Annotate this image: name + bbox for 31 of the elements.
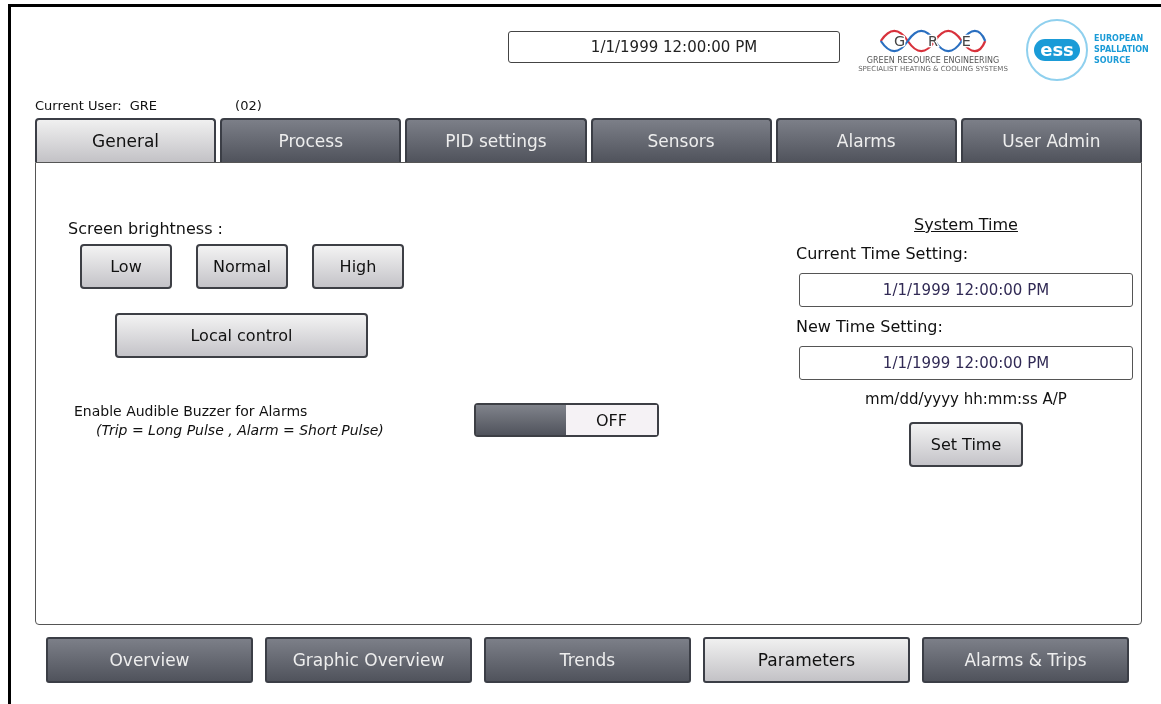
tab[interactable]: User Admin xyxy=(960,118,1143,162)
nav-button[interactable]: Alarms & Trips xyxy=(922,637,1129,683)
format-hint: mm/dd/yyyy hh:mm:ss A/P xyxy=(865,390,1067,408)
field-label: Current Time Setting: xyxy=(796,244,969,263)
field-label: New Time Setting: xyxy=(796,317,943,336)
tab[interactable]: PID settings xyxy=(405,118,587,162)
buzzer-note: (Trip = Long Pulse , Alarm = Short Pulse) xyxy=(96,422,385,438)
user-label: Current User: xyxy=(35,97,122,113)
nav-button[interactable]: Trends xyxy=(484,637,691,683)
local-control-button[interactable]: Local control xyxy=(115,313,368,358)
brightness-button[interactable]: High xyxy=(312,244,404,289)
system-time-title: System Time xyxy=(914,215,1018,234)
user-name: GRE xyxy=(129,97,158,113)
buzzer-label: Enable Audible Buzzer for Alarms xyxy=(74,403,309,419)
ess-logo: ess EUROPEAN SPALLATION SOURCE xyxy=(1026,18,1149,81)
brightness-button[interactable]: Low xyxy=(80,244,172,289)
brightness-button[interactable]: Normal xyxy=(196,244,288,289)
tab[interactable]: Alarms xyxy=(775,118,957,162)
current-time-field: 1/1/1999 12:00:00 PM xyxy=(799,273,1133,307)
tab[interactable]: General xyxy=(35,118,217,162)
datetime-display: 1/1/1999 12:00:00 PM xyxy=(508,30,840,63)
buzzer-toggle[interactable]: OFF xyxy=(474,403,659,437)
user-level: (02) xyxy=(235,97,262,113)
new-time-field[interactable]: 1/1/1999 12:00:00 PM xyxy=(799,346,1133,380)
brightness-label: Screen brightness : xyxy=(68,219,223,238)
nav-button[interactable]: Parameters xyxy=(703,637,910,683)
tab[interactable]: Process xyxy=(220,118,402,162)
nav-button[interactable]: Overview xyxy=(46,637,253,683)
tab[interactable]: Sensors xyxy=(590,118,772,162)
nav-button[interactable]: Graphic Overview xyxy=(265,637,472,683)
set-time-button[interactable]: Set Time xyxy=(909,422,1023,467)
